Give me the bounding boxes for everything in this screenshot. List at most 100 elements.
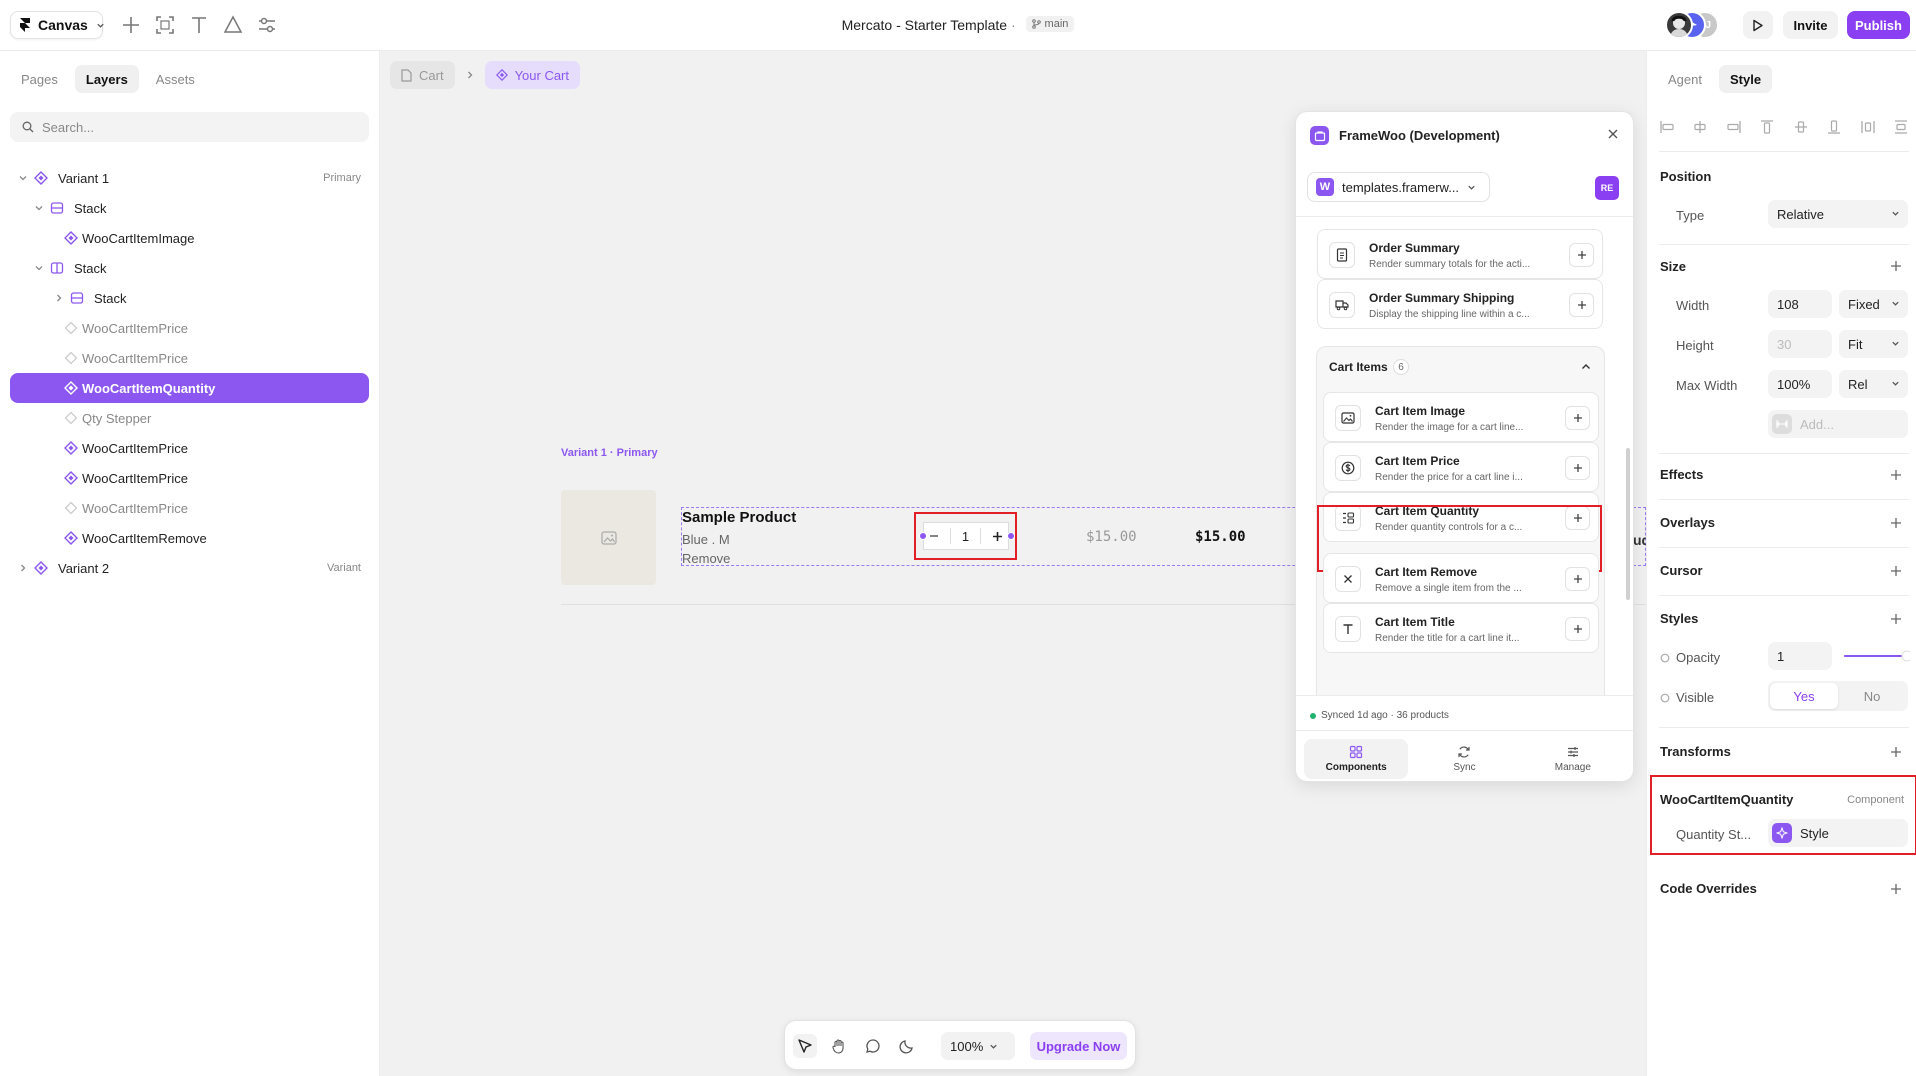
align-bottom-icon[interactable]	[1826, 119, 1842, 135]
quantity-style-control[interactable]: Style	[1768, 819, 1908, 847]
component-card-cart-item-image[interactable]: Cart Item Image Render the image for a c…	[1323, 392, 1599, 442]
visible-yes-option[interactable]: Yes	[1770, 683, 1838, 709]
chevron-right-icon[interactable]	[18, 563, 28, 573]
site-selector[interactable]: W templates.framerw...	[1307, 172, 1490, 202]
total-price[interactable]: $15.00	[1195, 529, 1246, 545]
breadcrumb-cart[interactable]: Cart	[390, 61, 455, 89]
tab-pages[interactable]: Pages	[10, 65, 69, 93]
visible-no-option[interactable]: No	[1838, 683, 1906, 709]
tab-layers[interactable]: Layers	[74, 65, 139, 93]
add-component-button[interactable]	[1565, 567, 1590, 591]
opacity-input[interactable]: 1	[1768, 642, 1832, 670]
preview-button[interactable]	[1743, 11, 1773, 39]
layer-row-woocartitemprice[interactable]: WooCartItemPrice	[10, 493, 369, 523]
plus-icon[interactable]	[1890, 613, 1902, 625]
plus-icon[interactable]	[1890, 260, 1902, 272]
layer-row-woocartitemremove[interactable]: WooCartItemRemove	[10, 523, 369, 553]
plus-icon[interactable]	[1890, 517, 1902, 529]
invite-button[interactable]: Invite	[1783, 11, 1838, 39]
user-badge[interactable]: RE	[1595, 176, 1619, 200]
unit-price[interactable]: $15.00	[1086, 529, 1137, 545]
height-mode-select[interactable]: Fit	[1839, 330, 1908, 358]
tab-agent[interactable]: Agent	[1657, 65, 1713, 93]
add-component-button[interactable]	[1565, 406, 1590, 430]
transforms-section-title[interactable]: Transforms	[1660, 744, 1731, 759]
chevron-down-icon[interactable]	[34, 263, 44, 273]
align-right-icon[interactable]	[1726, 119, 1742, 135]
distribute-v-icon[interactable]	[1893, 119, 1909, 135]
variable-circle-icon[interactable]	[1660, 653, 1670, 663]
chevron-down-icon[interactable]	[18, 173, 28, 183]
hand-tool-icon[interactable]	[827, 1034, 851, 1058]
variable-circle-icon[interactable]	[1660, 693, 1670, 703]
layer-row-variant-2[interactable]: Variant 2 Variant	[10, 553, 369, 583]
plus-icon[interactable]	[1890, 746, 1902, 758]
breadcrumb-your-cart[interactable]: Your Cart	[484, 61, 580, 89]
comment-tool-icon[interactable]	[861, 1034, 885, 1058]
minus-icon[interactable]	[929, 531, 939, 541]
layer-row-stack[interactable]: Stack	[10, 283, 369, 313]
publish-button[interactable]: Publish	[1847, 11, 1910, 39]
collaborator-avatars[interactable]: SJ	[1665, 11, 1719, 39]
chevron-down-icon[interactable]	[34, 203, 44, 213]
chevron-up-icon[interactable]	[1580, 361, 1592, 373]
tab-style[interactable]: Style	[1718, 65, 1773, 93]
align-top-icon[interactable]	[1759, 119, 1775, 135]
product-title[interactable]: Sample Product	[682, 509, 796, 526]
product-image-placeholder[interactable]	[561, 490, 656, 585]
layer-row-stack[interactable]: Stack	[10, 253, 369, 283]
quantity-value[interactable]: 1	[962, 529, 969, 544]
chevron-right-icon[interactable]	[54, 293, 64, 303]
upgrade-now-button[interactable]: Upgrade Now	[1030, 1032, 1127, 1060]
plus-icon[interactable]	[1890, 469, 1902, 481]
product-variant[interactable]: Blue . M	[682, 532, 730, 547]
tab-assets[interactable]: Assets	[145, 65, 206, 93]
component-card-cart-item-price[interactable]: Cart Item Price Render the price for a c…	[1323, 442, 1599, 492]
plugin-scrollbar[interactable]	[1626, 448, 1630, 600]
tab-manage[interactable]: Manage	[1521, 739, 1625, 779]
layer-row-woocartitemprice[interactable]: WooCartItemPrice	[10, 463, 369, 493]
add-component-button[interactable]	[1569, 243, 1594, 267]
layer-search-input[interactable]: Search...	[10, 112, 369, 142]
distribute-h-icon[interactable]	[1860, 119, 1876, 135]
resize-handle-right[interactable]	[1007, 532, 1015, 540]
layer-row-stack[interactable]: Stack	[10, 193, 369, 223]
opacity-slider[interactable]	[1844, 650, 1910, 662]
layer-row-variant-1[interactable]: Variant 1 Primary	[10, 163, 369, 193]
layer-row-woocartitemprice[interactable]: WooCartItemPrice	[10, 433, 369, 463]
visible-toggle[interactable]: Yes No	[1768, 681, 1908, 711]
plus-icon[interactable]	[1890, 883, 1902, 895]
layer-row-woocartitemquantity[interactable]: WooCartItemQuantity	[10, 373, 369, 403]
max-width-input[interactable]: 100%	[1768, 370, 1832, 398]
width-mode-select[interactable]: Fixed	[1839, 290, 1908, 318]
plus-icon[interactable]	[1890, 565, 1902, 577]
align-left-icon[interactable]	[1659, 119, 1675, 135]
cursor-section-title[interactable]: Cursor	[1660, 563, 1703, 578]
add-size-constraint-input[interactable]: Add...	[1768, 410, 1908, 438]
product-remove-link[interactable]: Remove	[682, 551, 730, 566]
layer-row-woocartitemimage[interactable]: WooCartItemImage	[10, 223, 369, 253]
component-card-order-summary[interactable]: Order Summary Render summary totals for …	[1317, 229, 1603, 279]
effects-section-title[interactable]: Effects	[1660, 467, 1703, 482]
component-card-cart-item-remove[interactable]: Cart Item Remove Remove a single item fr…	[1323, 553, 1599, 603]
resize-handle-left[interactable]	[919, 532, 927, 540]
layer-row-woocartitemprice[interactable]: WooCartItemPrice	[10, 343, 369, 373]
align-center-h-icon[interactable]	[1692, 119, 1708, 135]
tab-sync[interactable]: Sync	[1412, 739, 1516, 779]
code-overrides-section-title[interactable]: Code Overrides	[1660, 881, 1757, 896]
add-component-button[interactable]	[1565, 456, 1590, 480]
zoom-select[interactable]: 100%	[941, 1032, 1015, 1060]
close-icon[interactable]	[1605, 126, 1621, 142]
component-card-order-summary-shipping[interactable]: Order Summary Shipping Display the shipp…	[1317, 279, 1603, 329]
layer-row-woocartitemprice[interactable]: WooCartItemPrice	[10, 313, 369, 343]
add-component-button[interactable]	[1565, 617, 1590, 641]
variant-frame-label[interactable]: Variant 1 · Primary	[561, 447, 658, 459]
add-component-button[interactable]	[1569, 293, 1594, 317]
position-type-select[interactable]: Relative	[1768, 200, 1908, 228]
plus-icon[interactable]	[992, 531, 1003, 542]
layer-row-qty-stepper[interactable]: Qty Stepper	[10, 403, 369, 433]
align-middle-v-icon[interactable]	[1793, 119, 1809, 135]
opacity-slider-thumb[interactable]	[1901, 650, 1910, 662]
select-tool-icon[interactable]	[793, 1034, 817, 1058]
overlays-section-title[interactable]: Overlays	[1660, 515, 1715, 530]
